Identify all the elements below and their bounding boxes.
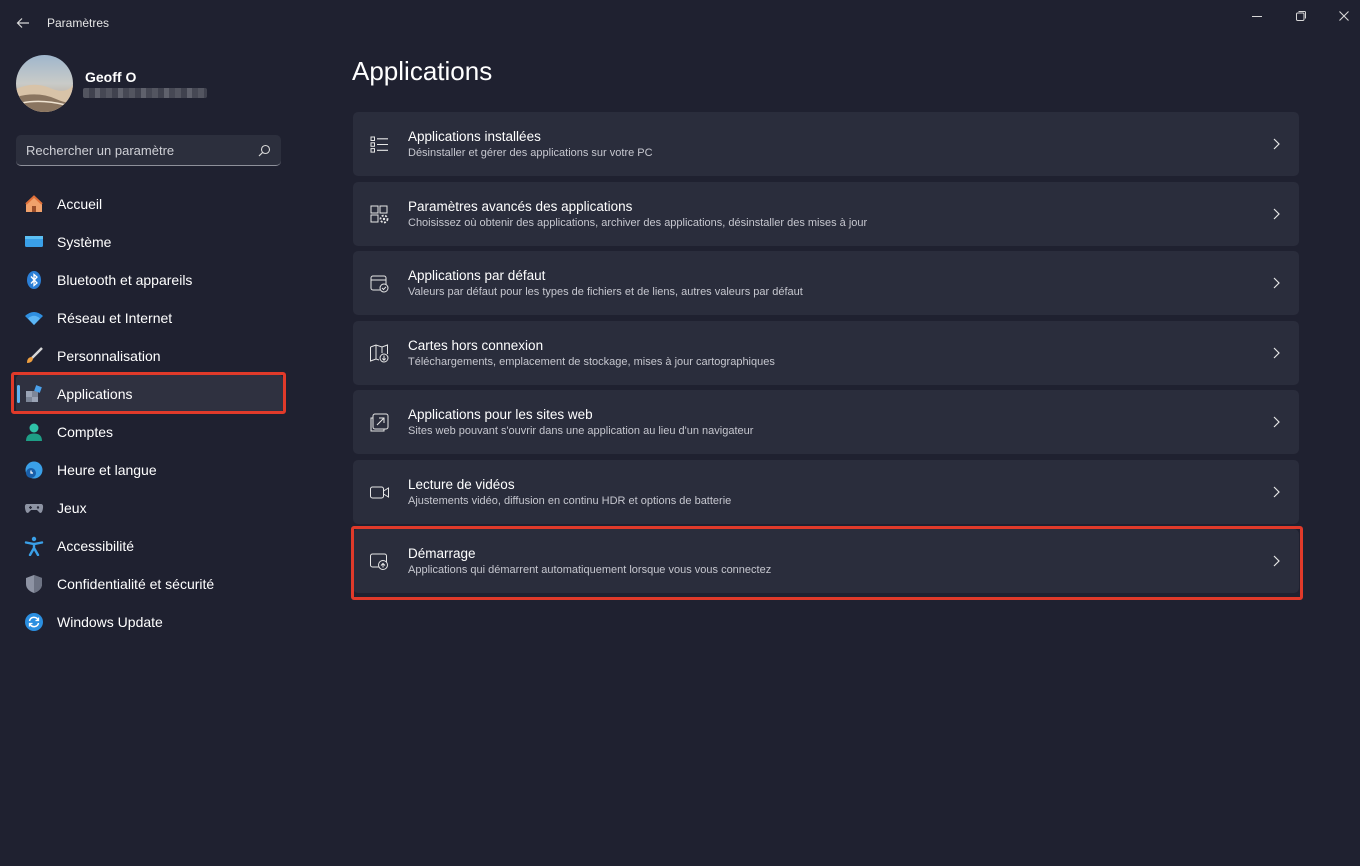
page-title: Applications — [352, 56, 493, 86]
sidebar-item-heure-langue[interactable]: Heure et langue — [16, 451, 283, 489]
monitor-icon — [24, 232, 44, 252]
card-subtitle: Téléchargements, emplacement de stockage… — [408, 355, 775, 368]
card-parametres-avances[interactable]: Paramètres avancés des applications Choi… — [353, 181, 1299, 246]
selection-indicator — [17, 385, 20, 403]
sidebar-item-windows-update[interactable]: Windows Update — [16, 603, 283, 641]
accessibility-icon — [24, 536, 44, 556]
startup-icon — [370, 553, 388, 570]
card-subtitle: Ajustements vidéo, diffusion en continu … — [408, 494, 732, 507]
sidebar-item-label: Confidentialité et sécurité — [57, 576, 215, 592]
chevron-right-icon — [1273, 486, 1280, 497]
video-camera-icon — [370, 486, 389, 498]
open-link-icon — [370, 413, 389, 432]
sidebar-item-label: Comptes — [57, 424, 114, 440]
sidebar-item-label: Accessibilité — [57, 538, 135, 554]
card-title: Démarrage — [408, 546, 476, 561]
wifi-icon — [24, 308, 44, 328]
sidebar-item-label: Réseau et Internet — [57, 310, 173, 326]
brush-icon — [24, 346, 44, 366]
search-box[interactable]: Rechercher un paramètre — [16, 135, 281, 166]
sidebar-item-reseau[interactable]: Réseau et Internet — [16, 299, 283, 337]
user-profile: Geoff O — [16, 55, 306, 115]
card-subtitle: Désinstaller et gérer des applications s… — [408, 147, 653, 159]
card-subtitle: Applications qui démarrent automatiqueme… — [408, 564, 772, 576]
card-subtitle: Sites web pouvant s'ouvrir dans une appl… — [408, 425, 754, 437]
minimize-icon — [1252, 16, 1262, 17]
user-name: Geoff O — [85, 69, 137, 85]
chevron-right-icon — [1273, 416, 1280, 428]
sidebar-item-accessibilite[interactable]: Accessibilité — [16, 527, 283, 565]
home-icon — [24, 194, 44, 214]
close-button[interactable] — [1327, 5, 1360, 27]
default-apps-icon — [370, 275, 389, 293]
sidebar-item-label: Jeux — [57, 500, 87, 516]
update-icon — [24, 612, 44, 632]
card-title: Paramètres avancés des applications — [408, 198, 633, 214]
title-bar: Paramètres — [0, 0, 1360, 44]
sidebar-item-label: Applications — [57, 386, 133, 402]
minimize-button[interactable] — [1240, 5, 1274, 27]
card-applications-sites-web[interactable]: Applications pour les sites web Sites we… — [353, 390, 1299, 454]
gamepad-icon — [24, 498, 44, 518]
map-download-icon — [370, 343, 389, 362]
account-icon — [24, 422, 44, 442]
sidebar-item-label: Système — [57, 234, 112, 250]
card-title: Applications par défaut — [408, 268, 546, 283]
card-title: Cartes hors connexion — [408, 337, 544, 353]
list-icon — [370, 136, 388, 153]
sidebar-item-systeme[interactable]: Système — [16, 223, 283, 261]
sidebar-item-bluetooth[interactable]: Bluetooth et appareils — [16, 261, 283, 299]
chevron-right-icon — [1273, 277, 1280, 289]
chevron-right-icon — [1273, 138, 1280, 150]
avatar-image — [16, 55, 73, 112]
card-title: Applications installées — [408, 129, 541, 144]
sidebar-item-label: Accueil — [57, 196, 103, 212]
back-arrow-icon — [16, 18, 29, 28]
sidebar-item-applications[interactable]: Applications — [16, 375, 283, 413]
apps-settings-icon — [370, 205, 389, 223]
avatar[interactable] — [16, 55, 73, 112]
restore-button[interactable] — [1284, 5, 1318, 27]
card-demarrage[interactable]: Démarrage Applications qui démarrent aut… — [353, 529, 1299, 593]
card-subtitle: Choisissez où obtenir des applications, … — [408, 216, 868, 229]
window-title: Paramètres — [47, 16, 110, 30]
chevron-right-icon — [1273, 208, 1280, 219]
bluetooth-icon — [24, 270, 44, 290]
close-icon — [1339, 11, 1349, 21]
card-title: Applications pour les sites web — [408, 407, 593, 422]
search-input[interactable]: Rechercher un paramètre — [26, 143, 174, 158]
card-title: Lecture de vidéos — [408, 476, 515, 492]
clock-globe-icon — [24, 460, 44, 480]
sidebar-item-label: Windows Update — [57, 614, 163, 630]
card-applications-par-defaut[interactable]: Applications par défaut Valeurs par défa… — [353, 251, 1299, 315]
sidebar-item-comptes[interactable]: Comptes — [16, 413, 283, 451]
restore-icon — [1296, 11, 1306, 21]
search-icon[interactable] — [258, 144, 271, 157]
chevron-right-icon — [1273, 555, 1280, 567]
back-button[interactable] — [12, 12, 34, 34]
card-lecture-videos[interactable]: Lecture de vidéos Ajustements vidéo, dif… — [353, 459, 1299, 524]
card-cartes-hors-connexion[interactable]: Cartes hors connexion Téléchargements, e… — [353, 320, 1299, 385]
sidebar-item-label: Heure et langue — [57, 462, 157, 478]
chevron-right-icon — [1273, 347, 1280, 358]
apps-icon — [24, 384, 44, 404]
sidebar-item-jeux[interactable]: Jeux — [16, 489, 283, 527]
sidebar-item-personnalisation[interactable]: Personnalisation — [16, 337, 283, 375]
sidebar-nav: Accueil Système Bluetooth et appareils R… — [16, 185, 306, 641]
sidebar-item-accueil[interactable]: Accueil — [16, 185, 283, 223]
card-subtitle: Valeurs par défaut pour les types de fic… — [408, 286, 803, 298]
card-applications-installees[interactable]: Applications installées Désinstaller et … — [353, 112, 1299, 176]
user-email-redacted — [83, 88, 207, 98]
sidebar-item-confidentialite[interactable]: Confidentialité et sécurité — [16, 565, 283, 603]
shield-icon — [24, 574, 44, 594]
sidebar-item-label: Bluetooth et appareils — [57, 272, 193, 288]
sidebar-item-label: Personnalisation — [57, 348, 161, 364]
